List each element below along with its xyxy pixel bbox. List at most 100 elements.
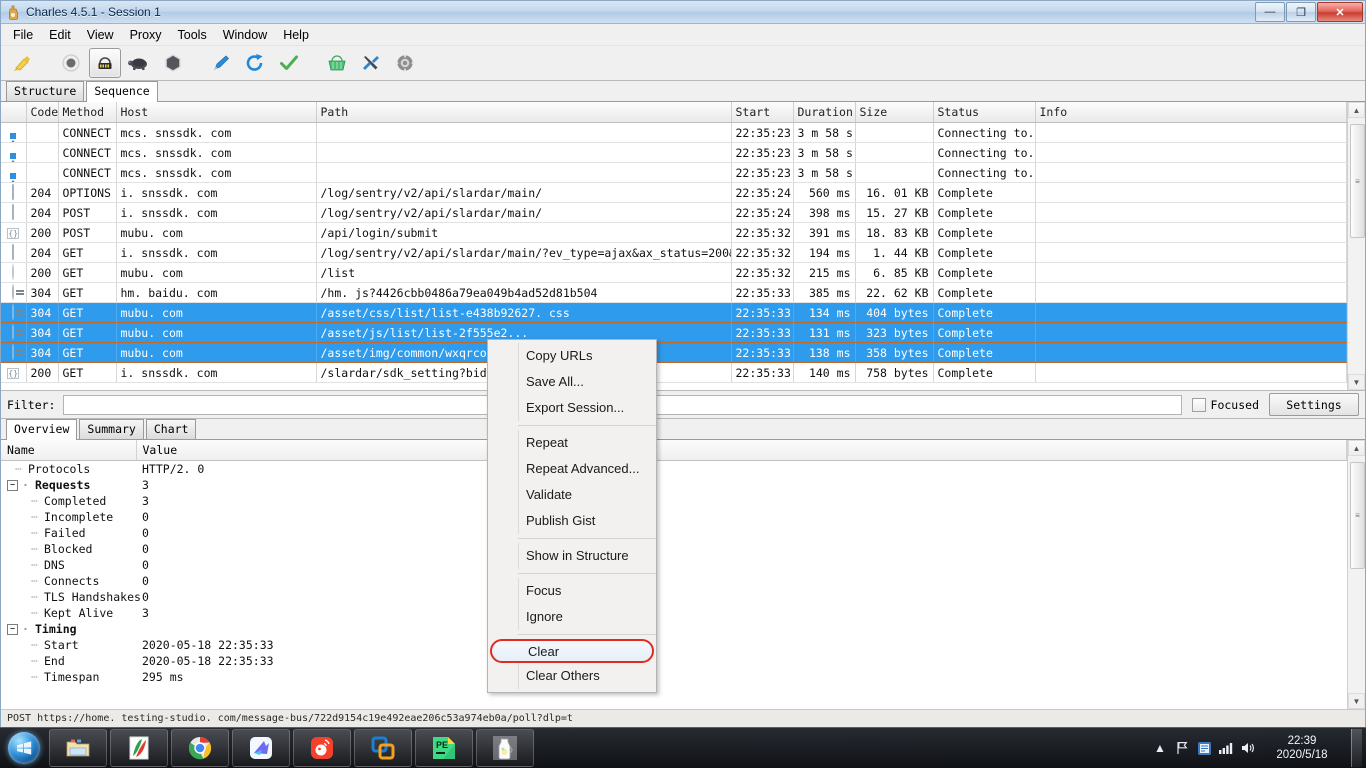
ssl-proxying-icon[interactable] bbox=[89, 48, 121, 78]
clear-session-icon[interactable] bbox=[7, 48, 39, 78]
compose-pen-icon[interactable] bbox=[205, 48, 237, 78]
context-menu-item[interactable]: Focus bbox=[488, 578, 656, 604]
minimize-button[interactable]: — bbox=[1255, 2, 1285, 22]
table-row[interactable]: 304 GET hm. baidu. com/hm. js?4426cbb0486a… bbox=[1, 282, 1347, 303]
overview-row[interactable]: ┄ End 2020-05-18 22:35:33 bbox=[1, 653, 1347, 669]
overview-col-name[interactable]: Name bbox=[1, 440, 137, 461]
context-menu-item[interactable]: Save All... bbox=[488, 369, 656, 395]
taskbar-file-explorer[interactable] bbox=[49, 729, 107, 767]
overview-row[interactable]: ┄ Protocols HTTP/2. 0 bbox=[1, 461, 1347, 478]
tools-icon[interactable] bbox=[355, 48, 387, 78]
scrollbar-thumb[interactable]: ≡ bbox=[1350, 124, 1365, 238]
overview-row[interactable]: ┄ DNS 0 bbox=[1, 557, 1347, 573]
menu-window[interactable]: Window bbox=[215, 26, 275, 44]
table-row[interactable]: 204 OPTIONS i. snssdk. com/log/sentry/v2/a… bbox=[1, 182, 1347, 203]
repeat-icon[interactable] bbox=[239, 48, 271, 78]
taskbar-charles[interactable] bbox=[476, 729, 534, 767]
table-row[interactable]: 204 GET i. snssdk. com/log/sentry/v2/api/s… bbox=[1, 242, 1347, 263]
taskbar-chrome[interactable] bbox=[171, 729, 229, 767]
menu-help[interactable]: Help bbox=[275, 26, 317, 44]
close-button[interactable]: ✕ bbox=[1317, 2, 1363, 22]
table-row[interactable]: CONNECT mcs. snssdk. com 22:35:23 3 m 58 s C… bbox=[1, 142, 1347, 163]
taskbar-pdf-reader[interactable] bbox=[110, 729, 168, 767]
col-size[interactable]: Size bbox=[855, 102, 934, 123]
context-menu-item[interactable]: Publish Gist bbox=[488, 508, 656, 534]
taskbar-pycharm[interactable]: PE bbox=[415, 729, 473, 767]
maximize-button[interactable]: ❐ bbox=[1286, 2, 1316, 22]
taskbar-messenger-app[interactable] bbox=[293, 729, 351, 767]
overview-scroll-up-arrow-icon[interactable]: ▲ bbox=[1348, 440, 1365, 456]
tree-expander-icon[interactable]: − bbox=[7, 624, 18, 635]
col-path[interactable]: Path bbox=[316, 102, 732, 123]
settings-button[interactable]: Settings bbox=[1269, 393, 1359, 416]
settings-gear-icon[interactable] bbox=[389, 48, 421, 78]
tab-sequence[interactable]: Sequence bbox=[86, 81, 158, 102]
record-icon[interactable] bbox=[55, 48, 87, 78]
table-row[interactable]: {} 200 POST mubu. com/api/login/submit 22:35… bbox=[1, 222, 1347, 243]
col-info[interactable]: Info bbox=[1035, 102, 1347, 123]
tray-app-icon[interactable] bbox=[1193, 741, 1215, 756]
col-status[interactable]: Status bbox=[933, 102, 1036, 123]
tray-flag-icon[interactable] bbox=[1171, 741, 1193, 755]
show-desktop-button[interactable] bbox=[1351, 729, 1362, 767]
menu-edit[interactable]: Edit bbox=[41, 26, 79, 44]
menu-proxy[interactable]: Proxy bbox=[122, 26, 170, 44]
table-row[interactable]: CONNECT mcs. snssdk. com 22:35:23 3 m 58 s C… bbox=[1, 162, 1347, 183]
taskbar-clock[interactable]: 22:39 2020/5/18 bbox=[1259, 734, 1345, 762]
tab-chart[interactable]: Chart bbox=[145, 419, 197, 439]
table-row[interactable]: {} 200 GET i. snssdk. com/slardar/sdk_setti… bbox=[1, 362, 1347, 383]
menu-tools[interactable]: Tools bbox=[170, 26, 215, 44]
overview-scrollbar[interactable]: ▲ ≡ ▼ bbox=[1347, 440, 1365, 709]
overview-row[interactable]: ┄ Failed 0 bbox=[1, 525, 1347, 541]
start-button[interactable] bbox=[2, 730, 46, 766]
overview-row[interactable]: − · Timing bbox=[1, 621, 1347, 637]
throttle-turtle-icon[interactable] bbox=[123, 48, 155, 78]
validate-check-icon[interactable] bbox=[273, 48, 305, 78]
focused-checkbox[interactable] bbox=[1191, 397, 1206, 412]
overview-col-value[interactable]: Value bbox=[136, 440, 1347, 461]
table-row[interactable]: 204 POST i. snssdk. com/log/sentry/v2/api/… bbox=[1, 202, 1347, 223]
overview-scroll-down-arrow-icon[interactable]: ▼ bbox=[1348, 693, 1365, 709]
taskbar-vmware[interactable] bbox=[354, 729, 412, 767]
context-menu-item[interactable]: Clear Others bbox=[488, 663, 656, 689]
menu-view[interactable]: View bbox=[79, 26, 122, 44]
col-start[interactable]: Start bbox=[731, 102, 794, 123]
scroll-down-arrow-icon[interactable]: ▼ bbox=[1348, 374, 1365, 390]
menu-file[interactable]: File bbox=[5, 26, 41, 44]
tab-structure[interactable]: Structure bbox=[6, 81, 85, 101]
col-method[interactable]: Method bbox=[58, 102, 117, 123]
table-row[interactable]: 304 GET mubu. com/asset/img/common/wxqrcod… bbox=[1, 342, 1347, 363]
basket-icon[interactable] bbox=[321, 48, 353, 78]
tab-summary[interactable]: Summary bbox=[79, 419, 144, 439]
overview-scrollbar-thumb[interactable]: ≡ bbox=[1350, 462, 1365, 569]
context-menu-item[interactable]: Show in Structure bbox=[488, 543, 656, 569]
context-menu-item[interactable]: Copy URLs bbox=[488, 343, 656, 369]
context-menu-item[interactable]: Repeat Advanced... bbox=[488, 456, 656, 482]
context-menu-item[interactable]: Repeat bbox=[488, 430, 656, 456]
overview-row[interactable]: − · Requests 3 bbox=[1, 477, 1347, 493]
col-host[interactable]: Host bbox=[116, 102, 317, 123]
scroll-up-arrow-icon[interactable]: ▲ bbox=[1348, 102, 1365, 118]
table-row[interactable]: 304 GET mubu. com/asset/js/list/list-2f555… bbox=[1, 322, 1347, 343]
window-titlebar[interactable]: Charles 4.5.1 - Session 1 — ❐ ✕ bbox=[1, 1, 1365, 24]
overview-row[interactable]: ┄ Kept Alive 3 bbox=[1, 605, 1347, 621]
session-table-scrollbar[interactable]: ▲ ≡ ▼ bbox=[1347, 102, 1365, 390]
overview-row[interactable]: ┄ Blocked 0 bbox=[1, 541, 1347, 557]
overview-row[interactable]: ┄ Incomplete 0 bbox=[1, 509, 1347, 525]
context-menu-item[interactable]: Ignore bbox=[488, 604, 656, 630]
context-menu-item[interactable]: Validate bbox=[488, 482, 656, 508]
col-duration[interactable]: Duration bbox=[793, 102, 856, 123]
breakpoints-icon[interactable] bbox=[157, 48, 189, 78]
overview-row[interactable]: ┄ Start 2020-05-18 22:35:33 bbox=[1, 637, 1347, 653]
tray-network-icon[interactable] bbox=[1215, 741, 1237, 755]
table-row[interactable]: CONNECT mcs. snssdk. com 22:35:23 3 m 58 s C… bbox=[1, 122, 1347, 143]
table-row[interactable]: 200 GET mubu. com/list 22:35:32 215 ms 6. 85 … bbox=[1, 262, 1347, 283]
tray-volume-icon[interactable] bbox=[1237, 741, 1259, 755]
col-code[interactable]: Code bbox=[26, 102, 59, 123]
overview-row[interactable]: ┄ TLS Handshakes 0 bbox=[1, 589, 1347, 605]
col-icon[interactable] bbox=[1, 102, 27, 123]
focused-checkbox-wrap[interactable]: Focused bbox=[1191, 397, 1259, 412]
context-menu-item[interactable]: Clear bbox=[490, 639, 654, 663]
table-row[interactable]: 304 GET mubu. com/asset/css/list/list-e438… bbox=[1, 302, 1347, 323]
tree-expander-icon[interactable]: − bbox=[7, 480, 18, 491]
